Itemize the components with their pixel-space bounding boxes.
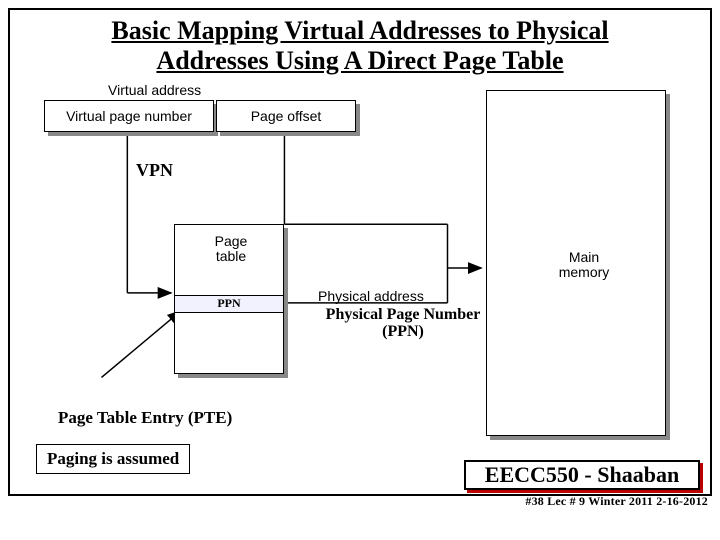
main-memory-label: Main memory [554, 250, 614, 281]
ppn-caption: Physical Page Number (PPN) [318, 306, 488, 341]
meta-footer: #38 Lec # 9 Winter 2011 2-16-2012 [464, 494, 708, 509]
vpn-abbrev-label: VPN [136, 160, 173, 181]
ppn-caption-line-2: (PPN) [382, 323, 424, 340]
page-table-label: Page table [206, 234, 256, 265]
paging-assumed-box: Paging is assumed [36, 444, 190, 474]
page-offset-box: Page offset [216, 100, 356, 132]
title-line-2: Addresses Using A Direct Page Table [156, 46, 563, 75]
pte-label: Page Table Entry (PTE) [58, 408, 232, 428]
virtual-address-label: Virtual address [108, 82, 201, 98]
course-footer: EECC550 - Shaaban [464, 460, 700, 490]
physical-address-label: Physical address [318, 288, 424, 304]
virtual-page-number-box: Virtual page number [44, 100, 214, 132]
diagram-area: Virtual address Virtual page number Page… [10, 78, 710, 478]
title-line-1: Basic Mapping Virtual Addresses to Physi… [111, 16, 608, 45]
slide-frame: Basic Mapping Virtual Addresses to Physi… [8, 8, 712, 496]
slide-title: Basic Mapping Virtual Addresses to Physi… [10, 10, 710, 78]
ppn-caption-line-1: Physical Page Number [326, 306, 481, 323]
ppn-row: PPN [175, 295, 283, 313]
